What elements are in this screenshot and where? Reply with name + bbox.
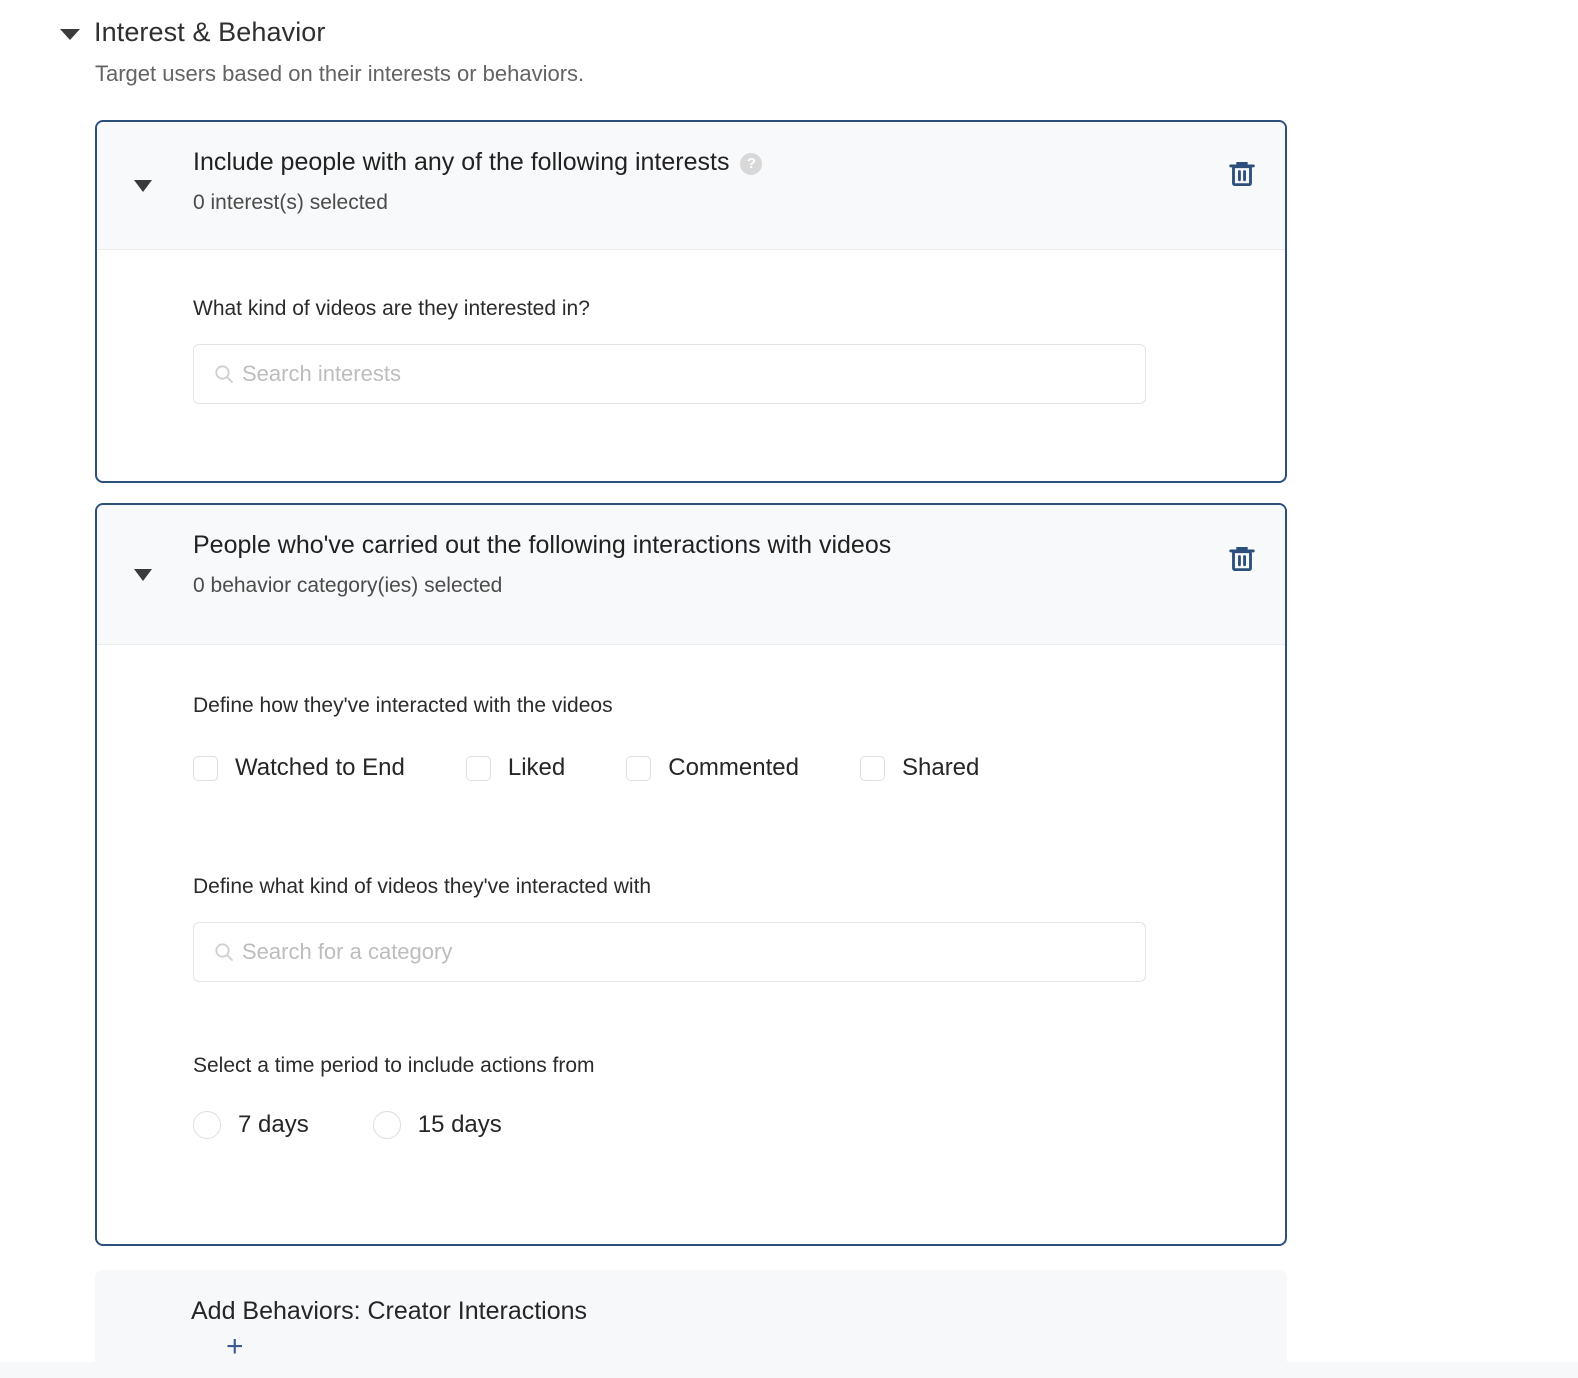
interaction-checkbox-row: Watched to End Liked Commented Shared (193, 754, 1261, 782)
time-period-label: Select a time period to include actions … (193, 1053, 1261, 1078)
search-icon (212, 940, 236, 964)
checkbox-commented[interactable]: Commented (626, 754, 799, 782)
checkbox-shared[interactable]: Shared (860, 754, 979, 782)
interests-selected-count: 0 interest(s) selected (193, 191, 1261, 215)
behavior-selected-count: 0 behavior category(ies) selected (193, 574, 1261, 598)
category-search-input[interactable] (242, 939, 1145, 965)
page-title: Interest & Behavior (94, 18, 326, 48)
category-search-box[interactable] (193, 922, 1146, 982)
interest-behavior-panel: Interest & Behavior Target users based o… (0, 0, 1578, 1378)
interests-field-label: What kind of videos are they interested … (193, 296, 1261, 321)
checkbox-liked[interactable]: Liked (466, 754, 565, 782)
radio-7-days[interactable]: 7 days (193, 1111, 309, 1139)
radio-circle[interactable] (193, 1111, 221, 1139)
plus-icon[interactable]: + (226, 1332, 244, 1362)
interests-card-title: Include people with any of the following… (193, 148, 729, 177)
behavior-card-title: People who've carried out the following … (193, 531, 891, 560)
caret-down-icon[interactable] (134, 569, 152, 581)
checkbox-label: Shared (902, 754, 979, 782)
interests-card-header[interactable]: Include people with any of the following… (97, 122, 1285, 250)
delete-interests-button[interactable] (1225, 156, 1259, 190)
checkbox-watched-to-end[interactable]: Watched to End (193, 754, 405, 782)
interaction-type-label: Define how they've interacted with the v… (193, 693, 1261, 718)
caret-down-icon[interactable] (134, 180, 152, 192)
delete-behavior-button[interactable] (1225, 541, 1259, 575)
checkbox-box[interactable] (626, 756, 651, 781)
help-circle-icon[interactable]: ? (740, 153, 762, 175)
add-behaviors-label: Add Behaviors: Creator Interactions (191, 1270, 1287, 1326)
checkbox-box[interactable] (466, 756, 491, 781)
radio-15-days[interactable]: 15 days (373, 1111, 502, 1139)
interests-card-body: What kind of videos are they interested … (97, 250, 1285, 404)
time-period-radio-row: 7 days 15 days (193, 1111, 1261, 1139)
behavior-card-title-line: People who've carried out the following … (193, 531, 1261, 560)
behavior-card: People who've carried out the following … (95, 503, 1287, 1246)
radio-circle[interactable] (373, 1111, 401, 1139)
section-header: Interest & Behavior Target users based o… (60, 18, 1360, 87)
behavior-card-body: Define how they've interacted with the v… (97, 645, 1285, 1139)
bottom-strip (0, 1362, 1578, 1378)
checkbox-box[interactable] (860, 756, 885, 781)
section-subtitle: Target users based on their interests or… (95, 61, 1360, 87)
checkbox-label: Liked (508, 754, 565, 782)
interests-search-input[interactable] (242, 361, 1145, 387)
interests-card-title-line: Include people with any of the following… (193, 148, 1261, 177)
radio-label: 7 days (238, 1111, 309, 1139)
behavior-card-header[interactable]: People who've carried out the following … (97, 505, 1285, 645)
checkbox-box[interactable] (193, 756, 218, 781)
section-title-row[interactable]: Interest & Behavior (60, 18, 1360, 48)
category-field-label: Define what kind of videos they've inter… (193, 874, 1261, 899)
radio-label: 15 days (418, 1111, 502, 1139)
interests-card: Include people with any of the following… (95, 120, 1287, 483)
checkbox-label: Commented (668, 754, 799, 782)
caret-down-icon[interactable] (60, 29, 80, 40)
search-icon (212, 362, 236, 386)
interests-search-box[interactable] (193, 344, 1146, 404)
checkbox-label: Watched to End (235, 754, 405, 782)
